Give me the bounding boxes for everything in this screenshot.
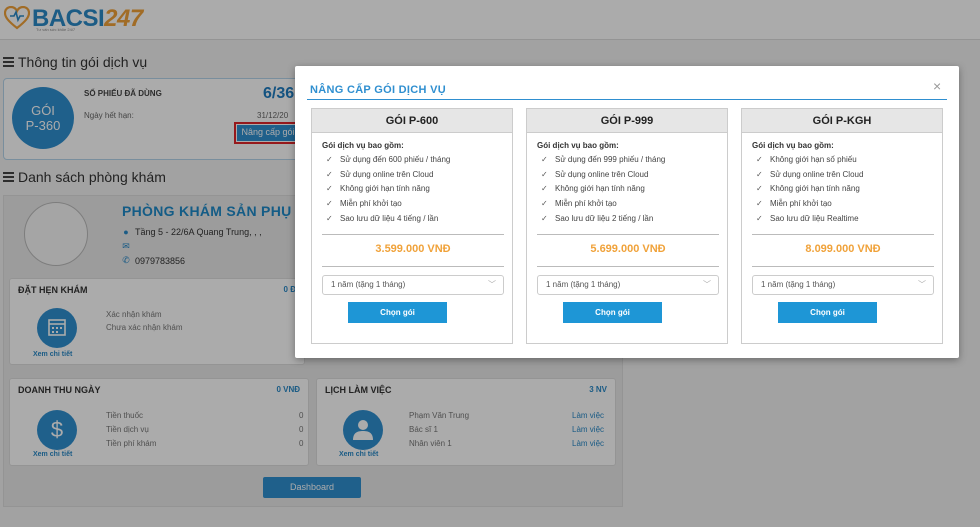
upgrade-plan-modal: NÂNG CẤP GÓI DỊCH VỤ × GÓI P-600 Gói dịc… (295, 66, 959, 358)
choose-plan-button[interactable]: Chọn gói (778, 302, 877, 323)
plan-price: 5.699.000 VNĐ (590, 243, 666, 255)
modal-title-divider (307, 99, 947, 100)
plan-feature-text: Không giới hạn tính năng (340, 184, 430, 193)
plan-card-pkgh: GÓI P-KGH Gói dịch vụ bao gồm: ✓ Không gi… (741, 108, 943, 344)
check-icon: ✓ (541, 214, 548, 223)
plan-price: 3.599.000 VNĐ (375, 243, 451, 255)
plan-feature-text: Sử dụng online trên Cloud (340, 170, 434, 179)
plan-feature: ✓ Sử dụng đến 999 phiếu / tháng (541, 155, 665, 164)
chevron-down-icon: ﹀ (918, 280, 926, 289)
choose-plan-button[interactable]: Chọn gói (563, 302, 662, 323)
plan-name: GÓI P-KGH (742, 109, 942, 133)
plan-includes-label: Gói dịch vụ bao gồm: (322, 141, 404, 150)
plan-divider (537, 266, 719, 267)
check-icon: ✓ (326, 170, 333, 179)
plan-divider (322, 234, 504, 235)
check-icon: ✓ (756, 155, 763, 164)
plan-feature: ✓ Sử dụng đến 600 phiếu / tháng (326, 155, 450, 164)
plan-duration-value: 1 năm (tặng 1 tháng) (546, 280, 621, 289)
plan-divider (752, 266, 934, 267)
plan-feature-text: Không giới hạn số phiếu (770, 155, 857, 164)
plan-feature: ✓ Miễn phí khởi tạo (326, 199, 402, 208)
plan-name: GÓI P-600 (312, 109, 512, 133)
check-icon: ✓ (541, 155, 548, 164)
plan-feature: ✓ Không giới hạn tính năng (326, 184, 430, 193)
check-icon: ✓ (756, 199, 763, 208)
plan-feature: ✓ Sử dụng online trên Cloud (541, 170, 648, 179)
check-icon: ✓ (756, 184, 763, 193)
close-icon[interactable]: × (933, 78, 941, 94)
plan-feature-text: Sao lưu dữ liệu 4 tiếng / lần (340, 214, 439, 223)
check-icon: ✓ (756, 214, 763, 223)
plan-feature: ✓ Không giới hạn số phiếu (756, 155, 857, 164)
choose-plan-button[interactable]: Chọn gói (348, 302, 447, 323)
plan-name: GÓI P-999 (527, 109, 727, 133)
plan-feature-text: Sử dụng đến 600 phiếu / tháng (340, 155, 451, 164)
plan-feature-text: Sao lưu dữ liệu 2 tiếng / lần (555, 214, 654, 223)
plan-duration-value: 1 năm (tặng 1 tháng) (761, 280, 836, 289)
plan-divider (322, 266, 504, 267)
plan-feature-text: Sử dụng online trên Cloud (770, 170, 864, 179)
check-icon: ✓ (326, 184, 333, 193)
plan-feature-text: Miễn phí khởi tạo (555, 199, 617, 208)
plan-card-p999: GÓI P-999 Gói dịch vụ bao gồm: ✓ Sử dụng … (526, 108, 728, 344)
modal-title: NÂNG CẤP GÓI DỊCH VỤ (310, 84, 446, 96)
plan-feature-text: Miễn phí khởi tạo (340, 199, 402, 208)
check-icon: ✓ (541, 199, 548, 208)
plan-feature: ✓ Miễn phí khởi tạo (756, 199, 832, 208)
plan-feature-text: Sử dụng online trên Cloud (555, 170, 649, 179)
plan-duration-value: 1 năm (tặng 1 tháng) (331, 280, 406, 289)
plan-feature-text: Không giới hạn tính năng (555, 184, 645, 193)
plan-duration-select[interactable]: 1 năm (tặng 1 tháng) ﹀ (752, 275, 934, 295)
check-icon: ✓ (326, 155, 333, 164)
check-icon: ✓ (326, 214, 333, 223)
plan-feature: ✓ Sao lưu dữ liệu Realtime (756, 214, 859, 223)
check-icon: ✓ (756, 170, 763, 179)
check-icon: ✓ (541, 170, 548, 179)
plan-feature: ✓ Không giới hạn tính năng (541, 184, 645, 193)
plan-feature: ✓ Miễn phí khởi tạo (541, 199, 617, 208)
check-icon: ✓ (326, 199, 333, 208)
plan-feature: ✓ Sao lưu dữ liệu 4 tiếng / lần (326, 214, 438, 223)
plan-feature: ✓ Sao lưu dữ liệu 2 tiếng / lần (541, 214, 653, 223)
plan-divider (752, 234, 934, 235)
plan-feature: ✓ Sử dụng online trên Cloud (756, 170, 863, 179)
plan-price: 8.099.000 VNĐ (805, 243, 881, 255)
plan-includes-label: Gói dịch vụ bao gồm: (752, 141, 834, 150)
check-icon: ✓ (541, 184, 548, 193)
plan-feature-text: Không giới hạn tính năng (770, 184, 860, 193)
plan-feature: ✓ Không giới hạn tính năng (756, 184, 860, 193)
plan-card-p600: GÓI P-600 Gói dịch vụ bao gồm: ✓ Sử dụng … (311, 108, 513, 344)
plan-feature-text: Sao lưu dữ liệu Realtime (770, 214, 859, 223)
plan-feature-text: Miễn phí khởi tạo (770, 199, 832, 208)
plan-feature: ✓ Sử dụng online trên Cloud (326, 170, 433, 179)
chevron-down-icon: ﹀ (703, 280, 711, 289)
plan-includes-label: Gói dịch vụ bao gồm: (537, 141, 619, 150)
plan-feature-text: Sử dụng đến 999 phiếu / tháng (555, 155, 666, 164)
plan-duration-select[interactable]: 1 năm (tặng 1 tháng) ﹀ (322, 275, 504, 295)
plan-duration-select[interactable]: 1 năm (tặng 1 tháng) ﹀ (537, 275, 719, 295)
plan-divider (537, 234, 719, 235)
chevron-down-icon: ﹀ (488, 280, 496, 289)
